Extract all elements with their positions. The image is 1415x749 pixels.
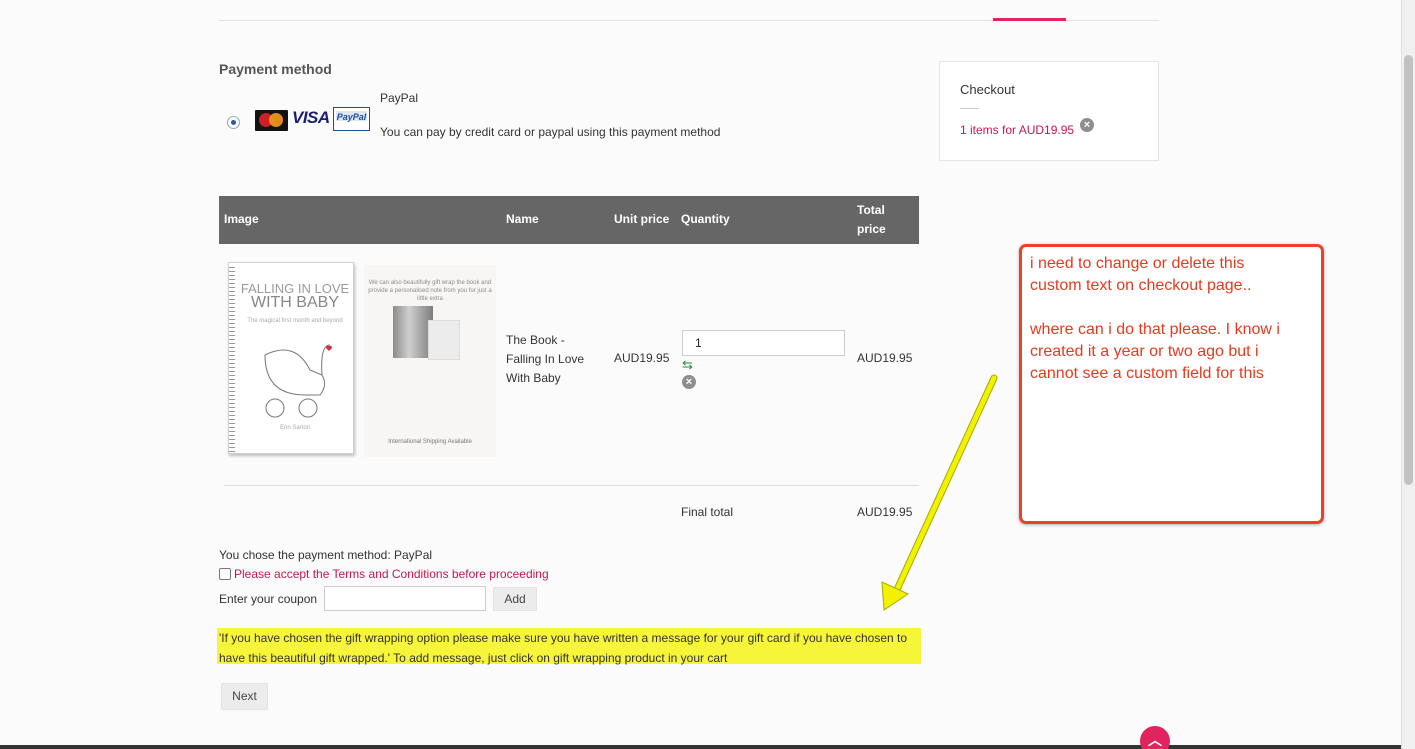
book-spiral-binding (229, 264, 235, 452)
annotation-line5: cannot see a custom field for this (1030, 365, 1264, 382)
product-name-line3: With Baby (506, 371, 561, 385)
refresh-icon[interactable]: ⇆ (682, 358, 696, 372)
book-cover-subtitle: The magical first month and beyond (247, 318, 343, 324)
annotation-arrow (881, 374, 998, 611)
checkout-items-link[interactable]: 1 items for AUD19.95 (960, 123, 1074, 137)
annotation-callout: i need to change or delete this custom t… (1019, 244, 1324, 524)
checkout-widget (939, 61, 1159, 161)
mastercard-logo (255, 110, 288, 131)
chosen-payment-text: You chose the payment method: PayPal (219, 548, 433, 562)
custom-gift-message-text: 'If you have chosen the gift wrapping op… (217, 628, 921, 665)
checkout-title: Checkout (960, 82, 1015, 97)
active-nav-indicator (993, 18, 1066, 21)
row-divider (224, 485, 919, 486)
checkout-separator (960, 108, 979, 109)
gift-box-graphic (393, 306, 433, 358)
payment-method-description: You can pay by credit card or paypal usi… (380, 125, 721, 139)
header-total-line1: Total (857, 203, 885, 217)
remove-circle-icon[interactable]: × (682, 375, 696, 389)
book-cover-title-2: WITH BABY (250, 294, 339, 311)
payment-method-title: Payment method (219, 61, 332, 77)
paypal-radio[interactable] (227, 116, 240, 129)
coupon-input[interactable] (324, 586, 486, 611)
payment-method-name: PayPal (380, 91, 419, 105)
quantity-input[interactable] (682, 330, 845, 356)
chevron-up-icon[interactable]: ︿ (1140, 726, 1170, 749)
next-button[interactable]: Next (221, 683, 268, 710)
remove-circle-icon[interactable]: × (1080, 118, 1094, 132)
annotation-line1: i need to change or delete this (1030, 255, 1245, 272)
add-coupon-button[interactable]: Add (493, 587, 537, 611)
pram-illustration (264, 344, 333, 418)
checkout-items-text[interactable]: 1 items for AUD19.95 (960, 123, 1074, 137)
header-unit-price: Unit price (614, 212, 670, 226)
visa-logo: VISA (292, 108, 330, 127)
book-cover-author: Erin Sartori (279, 425, 310, 431)
custom-message-line2: have this beautiful gift wrapped.' To ad… (219, 651, 728, 665)
footer-bar (0, 745, 1401, 749)
final-total-label: Final total (681, 505, 734, 519)
header-quantity: Quantity (681, 212, 730, 226)
header-total-line2: price (857, 222, 886, 236)
annotation-line3: where can i do that please. I know i (1030, 321, 1280, 338)
terms-label[interactable]: Please accept the Terms and Conditions b… (234, 567, 549, 581)
custom-message-line1: 'If you have chosen the gift wrapping op… (219, 631, 908, 645)
header-image: Image (224, 212, 259, 226)
coupon-label: Enter your coupon (219, 592, 318, 606)
product-name: The Book - Falling In Love With Baby (506, 331, 601, 388)
unit-price: AUD19.95 (614, 351, 670, 365)
line-total: AUD19.95 (857, 351, 913, 365)
gift-card-graphic (428, 320, 460, 360)
gift-wrap-footer: International Shipping Available (388, 439, 472, 445)
product-name-line1: The Book - (506, 333, 565, 347)
product-name-line2: Falling In Love (506, 352, 585, 366)
header-name: Name (506, 212, 539, 226)
paypal-logo: PayPal (333, 107, 370, 131)
gift-wrap-caption: We can also beautifully gift wrap the bo… (368, 280, 492, 302)
cart-table-header (219, 196, 919, 244)
scrollbar-thumb[interactable] (1404, 55, 1413, 485)
annotation-line2: custom text on checkout page.. (1030, 277, 1252, 294)
annotation-line4: created it a year or two ago but i (1030, 343, 1259, 360)
terms-checkbox[interactable] (219, 568, 231, 580)
